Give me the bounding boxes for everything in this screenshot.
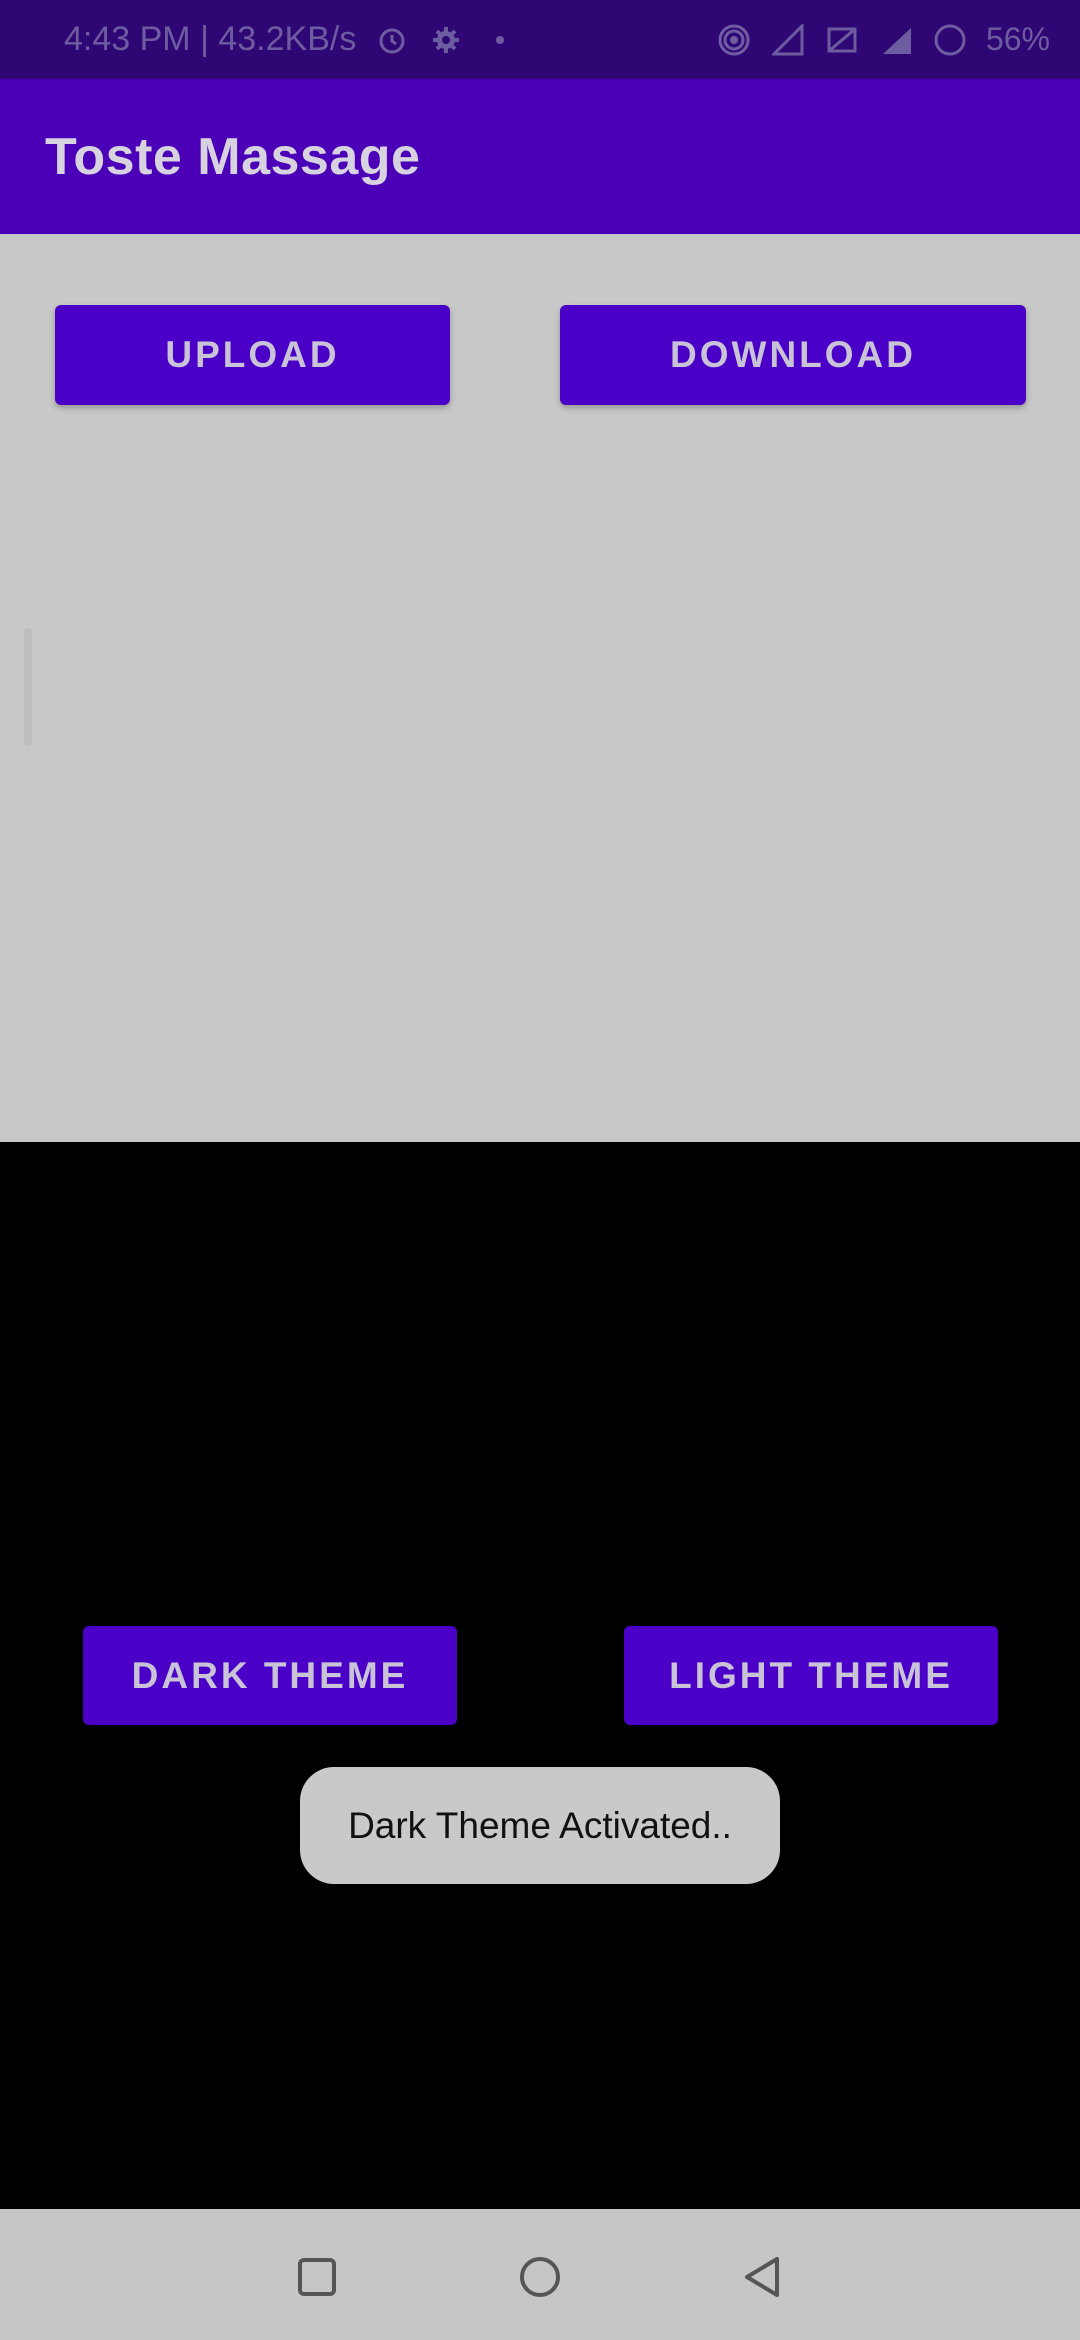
recents-square-icon[interactable]: [295, 2255, 339, 2299]
app-title: Toste Massage: [45, 127, 421, 186]
status-left: 4:43 PM | 43.2KB/s: [64, 20, 518, 59]
data-saver-icon: [824, 22, 860, 58]
settings-gear-icon: [428, 22, 464, 58]
app-bar: Toste Massage: [0, 79, 1080, 234]
hotspot-icon: [716, 22, 752, 58]
toast-message: Dark Theme Activated..: [300, 1767, 780, 1884]
status-right: 56%: [716, 21, 1050, 58]
battery-icon: [932, 22, 968, 58]
status-time-speed: 4:43 PM | 43.2KB/s: [64, 20, 357, 58]
alarm-icon: [374, 22, 410, 58]
dot-icon: [482, 22, 518, 58]
signal-icon: [770, 22, 806, 58]
light-theme-button[interactable]: LIGHT THEME: [624, 1626, 998, 1725]
4g-signal-icon: [878, 22, 914, 58]
battery-percent: 56%: [985, 21, 1050, 57]
home-circle-icon[interactable]: [518, 2255, 562, 2299]
upload-button[interactable]: UPLOAD: [55, 305, 450, 405]
scroll-indicator[interactable]: [24, 628, 32, 746]
back-triangle-icon[interactable]: [741, 2255, 785, 2299]
dark-theme-button[interactable]: DARK THEME: [83, 1626, 457, 1725]
status-bar: 4:43 PM | 43.2KB/s 56%: [0, 0, 1080, 79]
download-button[interactable]: DOWNLOAD: [560, 305, 1026, 405]
